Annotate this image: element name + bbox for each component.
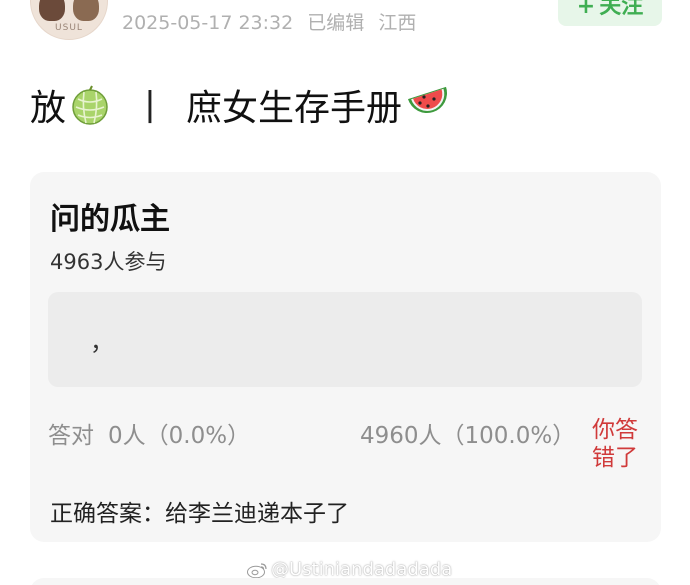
watermark: @Ustiniandadadada: [246, 559, 452, 580]
option-stat: 4960人（100.0%）: [360, 423, 576, 449]
correct-answer: 正确答案：给李兰迪递本子了: [50, 501, 349, 527]
post-location: 江西: [378, 12, 417, 34]
title-part-2: 庶女生存手册: [186, 88, 403, 129]
avatar-label: USUL: [55, 23, 83, 33]
watermelon-icon: [408, 86, 448, 113]
option-text: ，: [90, 328, 114, 356]
title-separator: 丨: [132, 88, 169, 129]
next-card-edge: [30, 578, 661, 585]
weibo-icon: [247, 562, 267, 578]
edited-label: 已编辑: [307, 12, 365, 34]
post-timestamp: 2025-05-17 23:32: [122, 12, 294, 34]
follow-label: 关注: [599, 0, 644, 19]
plus-icon: +: [576, 0, 596, 19]
quiz-title: 问的瓜主: [50, 202, 170, 237]
post-title: 放 丨 庶女生存手册: [30, 80, 450, 130]
wrong-badge: 你答错了: [592, 417, 638, 471]
correct-stat: 答对 0人（0.0%）: [48, 416, 250, 450]
watermark-text: @Ustiniandadadada: [271, 559, 453, 580]
participant-count: 4963人参与: [50, 250, 167, 274]
weibo-post: USUL 2025-05-17 23:32 已编辑 江西 + 关注 放 丨 庶女生…: [0, 0, 690, 585]
avatar[interactable]: USUL: [30, 0, 108, 40]
quiz-option[interactable]: ，: [48, 292, 642, 387]
melon-icon: [72, 85, 108, 125]
correct-label: 答对: [48, 423, 94, 449]
quiz-card: 问的瓜主 4963人参与 ， 答对 0人（0.0%） 4960人（100.0%） …: [30, 172, 661, 542]
follow-button[interactable]: + 关注: [558, 0, 662, 26]
correct-value: 0人（0.0%）: [108, 423, 251, 449]
post-meta: 2025-05-17 23:32 已编辑 江西: [122, 8, 424, 35]
title-part-1: 放: [30, 88, 67, 129]
avatar-figure-left: [39, 0, 65, 21]
avatar-figure-right: [73, 0, 99, 21]
